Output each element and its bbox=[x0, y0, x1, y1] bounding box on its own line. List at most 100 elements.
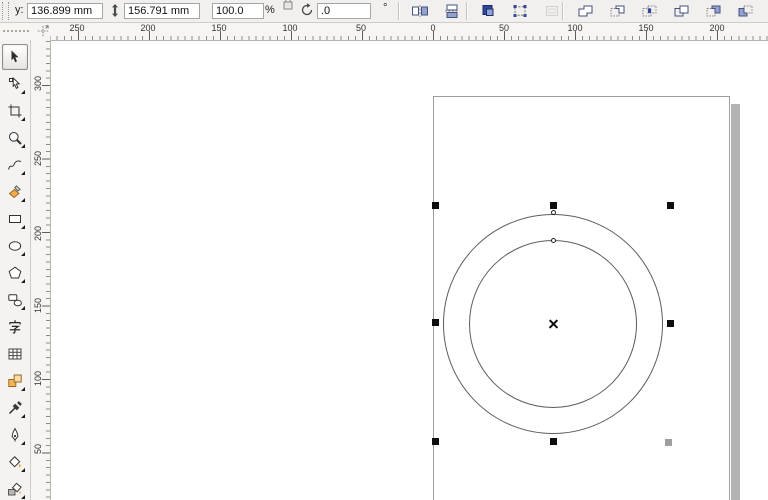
flyout-indicator-icon bbox=[21, 441, 25, 445]
blend-tool[interactable] bbox=[2, 368, 28, 394]
rotation-angle-icon bbox=[300, 3, 314, 17]
flyout-indicator-icon bbox=[21, 387, 25, 391]
y-position-label: y: bbox=[15, 4, 24, 16]
outline-pen-tool[interactable] bbox=[2, 422, 28, 448]
front-minus-back-button[interactable] bbox=[700, 1, 727, 21]
ruler-origin-button[interactable] bbox=[36, 24, 50, 38]
h-ruler-label: 200 bbox=[709, 23, 724, 33]
flyout-indicator-icon bbox=[21, 279, 25, 283]
polygon-tool[interactable] bbox=[2, 260, 28, 286]
edit-fill-button[interactable] bbox=[474, 1, 501, 21]
shape-tool[interactable] bbox=[2, 71, 28, 97]
property-bar: y: % ° bbox=[0, 0, 768, 23]
h-ruler-label: 50 bbox=[499, 23, 509, 33]
v-ruler-label: 50 bbox=[33, 444, 43, 454]
flyout-indicator-icon bbox=[21, 468, 25, 472]
h-ruler-label: 0 bbox=[430, 23, 435, 33]
flyout-indicator-icon bbox=[21, 225, 25, 229]
flyout-indicator-icon bbox=[21, 90, 25, 94]
h-ruler-label: 150 bbox=[211, 23, 226, 33]
v-ruler-label: 150 bbox=[33, 298, 43, 313]
table-icon bbox=[7, 346, 23, 362]
flyout-indicator-icon bbox=[21, 495, 25, 499]
fill-tool[interactable] bbox=[2, 449, 28, 475]
v-ruler-label: 250 bbox=[33, 151, 43, 166]
percent-label: % bbox=[265, 4, 275, 16]
toolbar-separator bbox=[466, 2, 468, 20]
selection-handle[interactable] bbox=[667, 320, 674, 327]
convert-outline-button bbox=[538, 1, 565, 21]
create-boundary-button[interactable] bbox=[764, 1, 768, 21]
ellipse-node[interactable] bbox=[551, 210, 556, 215]
object-height-icon bbox=[109, 3, 121, 18]
trim-button[interactable] bbox=[604, 1, 631, 21]
flyout-indicator-icon bbox=[21, 144, 25, 148]
flyout-indicator-icon bbox=[21, 198, 25, 202]
intersect-button[interactable] bbox=[636, 1, 663, 21]
selection-handle[interactable] bbox=[550, 438, 557, 445]
back-minus-front-button[interactable] bbox=[732, 1, 759, 21]
ellipse-tool[interactable] bbox=[2, 233, 28, 259]
toolbar-separator bbox=[398, 2, 400, 20]
app-window: y: % ° 25020015010050050100150200 3002 bbox=[0, 0, 768, 500]
v-ruler-label: 100 bbox=[33, 371, 43, 386]
interactive-fill-tool[interactable] bbox=[2, 476, 28, 500]
scale-factor-field[interactable] bbox=[212, 3, 264, 19]
text-tool[interactable] bbox=[2, 314, 28, 340]
vertical-ruler[interactable]: 300 250 200 150 100 50 bbox=[31, 40, 51, 500]
flyout-indicator-icon bbox=[21, 117, 25, 121]
v-ruler-label: 300 bbox=[33, 76, 43, 91]
smart-fill-tool[interactable] bbox=[2, 179, 28, 205]
toolbox bbox=[0, 40, 31, 500]
object-size-field[interactable] bbox=[124, 3, 200, 19]
mirror-group bbox=[406, 1, 465, 21]
eyedropper-tool[interactable] bbox=[2, 395, 28, 421]
selection-handle[interactable] bbox=[432, 319, 439, 326]
h-ruler-label: 200 bbox=[140, 23, 155, 33]
horizontal-ruler-ticks bbox=[50, 22, 768, 40]
crop-tool[interactable] bbox=[2, 98, 28, 124]
selection-handle[interactable] bbox=[665, 439, 672, 446]
text-icon bbox=[7, 319, 23, 335]
simplify-button[interactable] bbox=[668, 1, 695, 21]
drawing-canvas[interactable] bbox=[0, 0, 768, 500]
flyout-indicator-icon bbox=[21, 252, 25, 256]
selection-handle[interactable] bbox=[667, 202, 674, 209]
pick-icon bbox=[7, 49, 23, 65]
flyout-indicator-icon bbox=[21, 414, 25, 418]
selection-handle[interactable] bbox=[550, 202, 557, 209]
v-ruler-label: 200 bbox=[33, 226, 43, 241]
horizontal-ruler[interactable]: 250 200 150 100 50 0 50 100 150 200 bbox=[0, 22, 768, 41]
basic-shapes-tool[interactable] bbox=[2, 287, 28, 313]
selection-handle[interactable] bbox=[432, 438, 439, 445]
edit-group bbox=[474, 1, 565, 21]
rectangle-tool[interactable] bbox=[2, 206, 28, 232]
rotation-angle-field[interactable] bbox=[317, 3, 371, 19]
zoom-tool[interactable] bbox=[2, 125, 28, 151]
pick-tool[interactable] bbox=[2, 44, 28, 70]
ruler-grip[interactable] bbox=[3, 30, 29, 32]
toolbar-grip[interactable] bbox=[2, 2, 9, 20]
y-position-field[interactable] bbox=[27, 3, 103, 19]
page-shadow bbox=[731, 104, 740, 500]
treat-as-filled-button[interactable] bbox=[506, 1, 533, 21]
flyout-indicator-icon bbox=[21, 306, 25, 310]
h-ruler-label: 100 bbox=[567, 23, 582, 33]
freehand-tool[interactable] bbox=[2, 152, 28, 178]
flyout-indicator-icon bbox=[21, 171, 25, 175]
table-tool[interactable] bbox=[2, 341, 28, 367]
h-ruler-label: 250 bbox=[69, 23, 84, 33]
weld-button[interactable] bbox=[572, 1, 599, 21]
h-ruler-label: 150 bbox=[638, 23, 653, 33]
selection-center-mark[interactable] bbox=[548, 318, 559, 329]
h-ruler-label: 100 bbox=[282, 23, 297, 33]
selection-handle[interactable] bbox=[432, 202, 439, 209]
degree-label: ° bbox=[383, 2, 387, 14]
ellipse-node[interactable] bbox=[551, 238, 556, 243]
vertical-ruler-ticks bbox=[31, 40, 50, 500]
toolbar-separator bbox=[562, 2, 564, 20]
h-ruler-label: 50 bbox=[356, 23, 366, 33]
mirror-vertical-button[interactable] bbox=[438, 1, 465, 21]
mirror-horizontal-button[interactable] bbox=[406, 1, 433, 21]
lock-ratio-icon[interactable] bbox=[282, 0, 294, 11]
